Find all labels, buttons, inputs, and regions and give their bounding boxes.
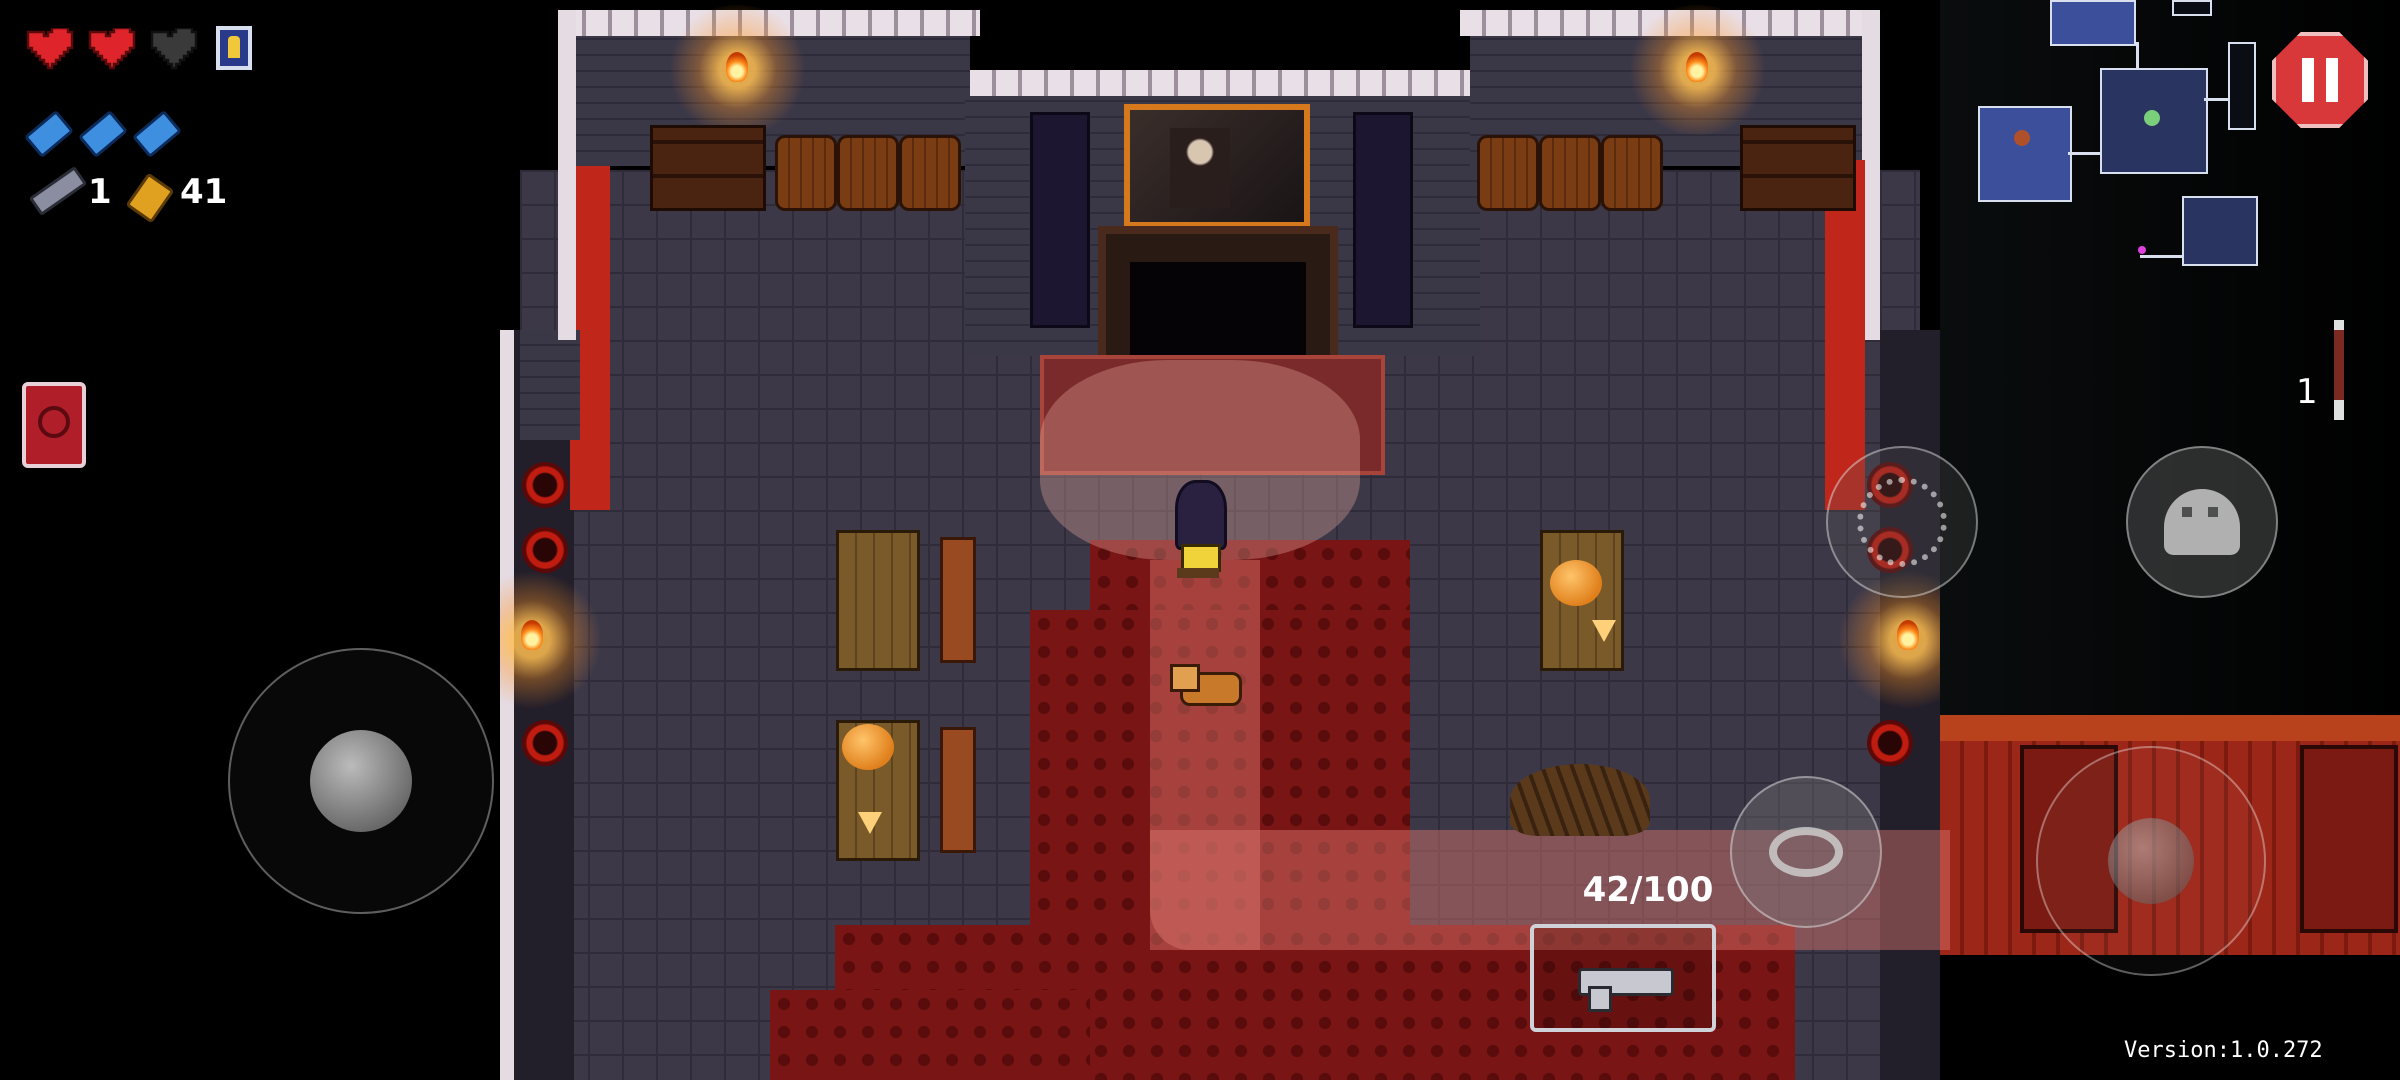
dog-companion [1170,662,1244,708]
wine-shelf-left [650,125,766,211]
heart-icon [88,28,136,70]
minimap-room [2228,42,2256,130]
red-pot [1867,720,1913,766]
red-carpet [770,990,1090,1080]
key-counter: 1 [26,165,116,217]
minimap-room [2050,0,2136,46]
version-label: Version:1.0.272 [2124,1038,2323,1063]
banner-left [1030,112,1090,328]
top-middle-wall-cap [970,70,1470,96]
key-icon [28,165,88,217]
player-character [1165,480,1231,584]
left-wall-vertical-cap [558,10,576,340]
portrait-figure [1170,128,1230,208]
reload-button[interactable] [1730,776,1882,928]
torch-flame [521,620,543,650]
minimap-room [1978,106,2072,202]
empty-heart-icon [150,28,198,70]
red-pot [522,462,568,508]
shell-count: 41 [180,172,228,212]
minimap[interactable] [1960,0,2260,270]
barrel [1539,135,1601,211]
ammonomicon-book-icon [38,406,70,438]
armor-icon [216,26,252,70]
weapon-slot[interactable] [1530,924,1716,1032]
bench [940,727,976,853]
heart-icon [26,28,74,70]
movement-joystick[interactable] [228,648,494,914]
torch-flame [726,52,748,82]
minimap-connector [2140,255,2182,258]
barrel [899,135,961,211]
barrel [837,135,899,211]
bench [940,537,976,663]
shell-counter: 41 [125,170,252,224]
health-bar [24,24,254,80]
key-count: 1 [88,172,112,212]
pause-icon [2302,58,2314,102]
blank-button[interactable] [2126,446,2278,598]
side-item-count: 1 [2296,372,2318,412]
red-pot [522,527,568,573]
minimap-connector [2068,152,2100,155]
aim-joystick[interactable] [2036,746,2266,976]
reload-icon [1769,827,1843,877]
side-item: 1 [2290,310,2360,420]
minimap-player-marker [2144,110,2160,126]
banner-right [1353,112,1413,328]
ammo-count: 42/100 [1582,870,1714,910]
minimap-room [2182,196,2258,266]
aim-joystick-knob[interactable] [2108,818,2194,904]
blank-icon [77,109,129,159]
minimap-shop-icon [2014,130,2030,146]
red-pot [522,720,568,766]
interact-button[interactable] [1826,446,1978,598]
corridor-door-right [2300,745,2398,933]
cheese-wedge [858,812,882,834]
blanks-row [23,109,188,159]
wine-shelf-right [1740,125,1856,211]
right-wall-red-trim [1825,160,1865,510]
minimap-connector [2204,98,2228,101]
left-wall-block [520,330,580,440]
minimap-room [2172,0,2212,16]
blank-ghost-icon [2164,489,2240,555]
barrel [1477,135,1539,211]
shadow-left [0,0,500,1080]
interact-icon [1857,477,1947,567]
blank-icon [23,109,75,159]
movement-joystick-knob[interactable] [310,730,412,832]
wooden-table [836,530,920,671]
barrel [775,135,837,211]
torch-flame [1686,52,1708,82]
blank-icon [131,109,183,159]
barrel [1601,135,1663,211]
minimap-secret-marker [2138,246,2146,254]
cheese-wedge [1592,620,1616,642]
key-item-icon [2334,320,2344,420]
bread-loaf [842,724,894,770]
minimap-connector [2136,42,2139,68]
torch-flame [1897,620,1919,650]
fireplace-opening [1130,262,1306,358]
active-item-slot[interactable] [22,382,86,468]
wooden-debris-pile [1510,764,1650,836]
bread-loaf [1550,560,1602,606]
